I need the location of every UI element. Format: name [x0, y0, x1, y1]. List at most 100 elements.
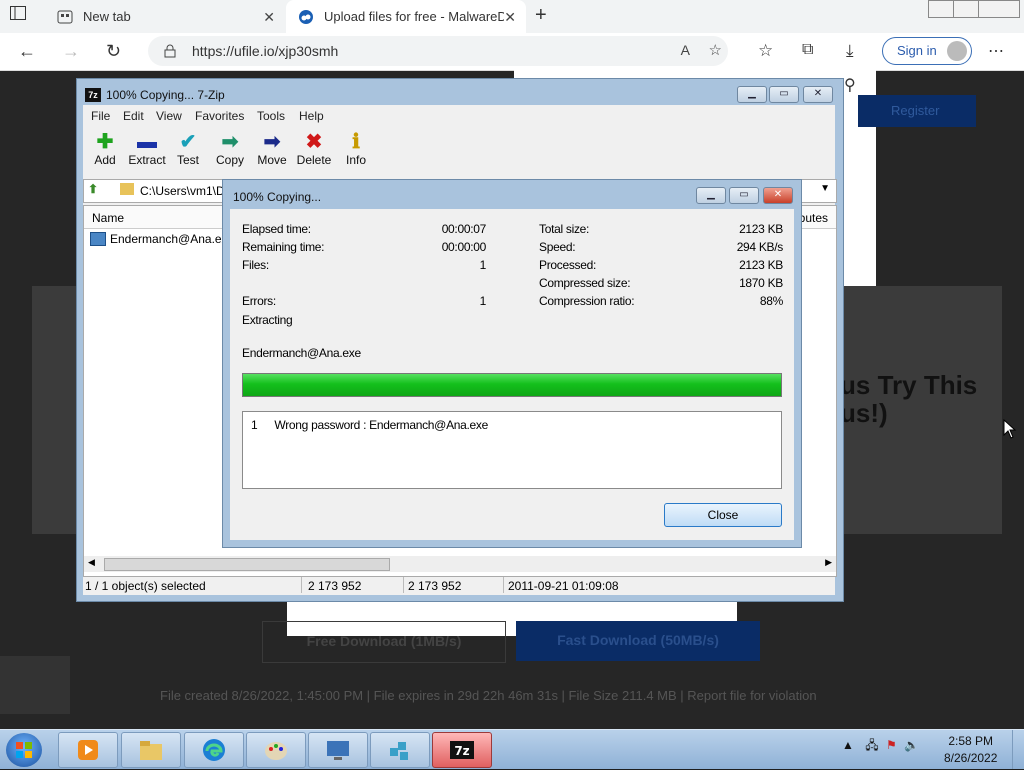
favorites-icon[interactable]: ☆: [758, 41, 773, 61]
read-aloud-icon[interactable]: A: [681, 42, 690, 58]
menu-favorites[interactable]: Favorites: [195, 109, 244, 123]
info-button[interactable]: ℹ Info: [334, 131, 378, 167]
path-text: C:\Users\vm1\D: [140, 184, 225, 198]
register-button[interactable]: Register: [858, 95, 976, 127]
menu-file[interactable]: File: [91, 109, 110, 123]
extract-button[interactable]: ▬ Extract: [125, 131, 169, 167]
registry-icon: [390, 742, 408, 760]
tab-ufile[interactable]: Upload files for free - MalwareDa ✕: [286, 0, 526, 33]
more-menu-icon[interactable]: ⋯: [988, 41, 1004, 61]
new-tab-plus-icon[interactable]: +: [535, 4, 547, 27]
restore-window-button[interactable]: [953, 0, 979, 18]
action-center-icon[interactable]: ⚑: [886, 738, 897, 752]
menu-tools[interactable]: Tools: [257, 109, 285, 123]
minimize-button[interactable]: ▁: [696, 187, 726, 204]
file-row[interactable]: Endermanch@Ana.exe: [90, 232, 234, 246]
downloads-icon[interactable]: ⤓: [846, 41, 854, 61]
lock-icon: [164, 44, 176, 58]
scrollbar-thumb[interactable]: [104, 558, 390, 571]
message-row: 1 Wrong password : Endermanch@Ana.exe: [251, 418, 488, 432]
sign-in-button[interactable]: Sign in: [882, 37, 972, 65]
test-button[interactable]: ✔ Test: [166, 131, 210, 167]
status-divider: [403, 577, 404, 593]
message-list[interactable]: 1 Wrong password : Endermanch@Ana.exe: [242, 411, 782, 489]
taskbar-paint[interactable]: [246, 732, 306, 768]
tool-label: Test: [176, 153, 199, 167]
clock[interactable]: 2:58 PM 8/26/2022: [944, 734, 997, 765]
refresh-icon[interactable]: ↻: [106, 41, 121, 62]
tab-new-tab[interactable]: New tab ✕: [45, 0, 285, 33]
add-button[interactable]: ✚ Add: [83, 131, 127, 167]
taskbar: 7z ▲ 🖧 ⚑ 🔈 2:58 PM 8/26/2022: [0, 729, 1024, 769]
url-field[interactable]: https://ufile.io/xjp30smh A ☆: [148, 36, 728, 66]
scroll-right-icon[interactable]: ▶: [825, 557, 832, 568]
horizontal-scrollbar[interactable]: ◀ ▶: [84, 556, 836, 572]
add-favorite-icon[interactable]: ☆: [709, 41, 722, 59]
compression-ratio-label: Compression ratio:: [539, 294, 635, 308]
chevron-down-icon[interactable]: ▼: [820, 183, 830, 194]
tab-actions-icon[interactable]: [10, 6, 38, 28]
taskbar-remote-desktop[interactable]: [308, 732, 368, 768]
taskbar-registry[interactable]: [370, 732, 430, 768]
minimize-button[interactable]: ▁: [737, 86, 767, 103]
folder-up-icon[interactable]: ⬆: [88, 182, 98, 196]
copy-button[interactable]: ➡ Copy: [208, 131, 252, 167]
exe-file-icon: [90, 232, 106, 246]
free-download-button[interactable]: Free Download (1MB/s): [262, 621, 506, 663]
minimize-window-button[interactable]: [928, 0, 954, 18]
volume-icon[interactable]: 🔈: [904, 738, 919, 752]
taskbar-edge[interactable]: [184, 732, 244, 768]
7zip-titlebar: 7z 100% Copying... 7-Zip: [85, 86, 225, 104]
fast-download-button[interactable]: Fast Download (50MB/s): [516, 621, 760, 661]
file-info-line: File created 8/26/2022, 1:45:00 PM | Fil…: [160, 688, 817, 703]
operation-label: Extracting: [242, 313, 293, 327]
taskbar-7zip[interactable]: 7z: [432, 732, 492, 768]
headline-line: us!): [840, 398, 888, 428]
taskbar-media-player[interactable]: [58, 732, 118, 768]
menu-view[interactable]: View: [156, 109, 182, 123]
forward-arrow-icon[interactable]: →: [62, 41, 80, 62]
errors-label: Errors:: [242, 294, 276, 308]
mouse-cursor-icon: [1003, 419, 1017, 439]
sign-in-label: Sign in: [897, 43, 937, 58]
tool-label: Delete: [296, 153, 332, 167]
taskbar-file-explorer[interactable]: [121, 732, 181, 768]
avatar-icon: [947, 41, 967, 61]
close-window-button[interactable]: [978, 0, 1020, 18]
show-desktop-button[interactable]: [1012, 730, 1024, 769]
new-tab-page-icon: [57, 10, 73, 23]
remaining-value: 00:00:00: [441, 240, 487, 254]
recaptcha-badge[interactable]: [0, 656, 70, 714]
network-icon[interactable]: 🖧: [865, 738, 878, 752]
show-hidden-icons-icon[interactable]: ▲: [842, 738, 854, 752]
menu-help[interactable]: Help: [299, 109, 324, 123]
delete-button[interactable]: ✖ Delete: [292, 131, 336, 167]
maximize-button[interactable]: ▭: [769, 86, 799, 103]
message-index: 1: [251, 418, 258, 432]
progress-bar: [242, 373, 782, 397]
move-button[interactable]: ➡ Move: [250, 131, 294, 167]
close-button[interactable]: ✕: [763, 187, 793, 204]
close-button[interactable]: ✕: [803, 86, 833, 103]
media-player-icon: [78, 740, 98, 760]
menu-edit[interactable]: Edit: [123, 109, 144, 123]
folder-icon: [120, 183, 134, 195]
maximize-button[interactable]: ▭: [729, 187, 759, 204]
close-tab-icon[interactable]: ✕: [504, 9, 516, 26]
files-value: 1: [479, 258, 487, 272]
pin-icon[interactable]: ⚲: [844, 75, 856, 95]
close-tab-icon[interactable]: ✕: [263, 9, 275, 26]
tool-label: Info: [345, 153, 366, 167]
tab-title: New tab: [83, 9, 131, 24]
collections-icon[interactable]: ⧉: [802, 41, 813, 59]
start-button[interactable]: [6, 733, 42, 767]
progress-fill: [243, 374, 781, 396]
current-file-label: Endermanch@Ana.exe: [242, 346, 361, 360]
close-dialog-button[interactable]: Close: [664, 503, 782, 527]
scroll-left-icon[interactable]: ◀: [88, 557, 95, 568]
back-arrow-icon[interactable]: ←: [18, 41, 36, 62]
elapsed-value: 00:00:07: [441, 222, 487, 236]
column-name[interactable]: Name: [92, 211, 124, 225]
status-divider: [301, 577, 302, 593]
free-download-label: Free Download (1MB/s): [306, 633, 462, 649]
